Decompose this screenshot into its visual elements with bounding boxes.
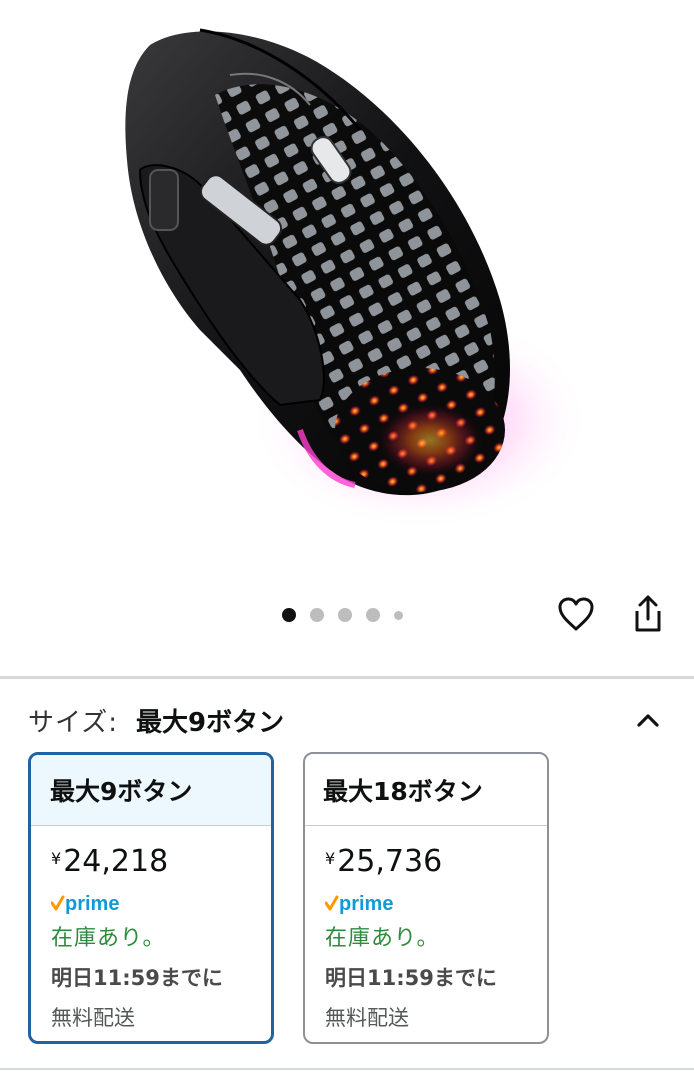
option-name: 最大18ボタン xyxy=(305,754,547,826)
heart-icon[interactable] xyxy=(554,592,598,636)
carousel-dot-5[interactable] xyxy=(394,610,403,620)
prime-label: prime xyxy=(339,893,393,915)
size-selector-header[interactable]: サイズ: 最大9ボタン xyxy=(28,700,666,740)
option-name: 最大9ボタン xyxy=(31,755,271,826)
size-option-card-9-buttons[interactable]: 最大9ボタン ¥ 24,218 prime 在庫あり。 明日11:59までに 無… xyxy=(28,752,274,1044)
prime-badge: prime xyxy=(51,890,253,918)
price-value: 25,736 xyxy=(337,844,443,879)
option-price: ¥ 25,736 xyxy=(325,844,529,884)
prime-badge: prime xyxy=(325,890,529,918)
shipping-info: 無料配送 xyxy=(51,1006,135,1030)
prime-label: prime xyxy=(65,893,119,915)
chevron-up-icon[interactable] xyxy=(630,702,666,738)
product-image[interactable] xyxy=(0,0,694,580)
size-option-card-18-buttons[interactable]: 最大18ボタン ¥ 25,736 prime 在庫あり。 明日11:59までに … xyxy=(303,752,549,1044)
currency-symbol: ¥ xyxy=(51,849,62,868)
share-icon[interactable] xyxy=(626,592,670,636)
carousel-dot-2[interactable] xyxy=(310,608,324,622)
delivery-deadline: 明日11:59までに xyxy=(325,966,497,990)
section-divider-bottom xyxy=(0,1068,694,1070)
size-selected-value: 最大9ボタン xyxy=(135,707,285,738)
delivery-deadline: 明日11:59までに xyxy=(51,966,223,990)
prime-check-icon: prime xyxy=(325,893,393,915)
carousel-dot-3[interactable] xyxy=(338,608,352,622)
size-label: サイズ: xyxy=(28,707,118,738)
carousel-dot-1[interactable] xyxy=(282,608,296,622)
stock-status: 在庫あり。 xyxy=(51,926,166,951)
currency-symbol: ¥ xyxy=(325,849,336,868)
price-value: 24,218 xyxy=(63,844,169,879)
section-divider xyxy=(0,676,694,679)
carousel-dot-4[interactable] xyxy=(366,608,380,622)
shipping-info: 無料配送 xyxy=(325,1006,409,1030)
option-price: ¥ 24,218 xyxy=(51,844,253,884)
product-detail-page: サイズ: 最大9ボタン 最大9ボタン ¥ 24,218 prime 在庫あり。 … xyxy=(0,0,694,1080)
prime-check-icon: prime xyxy=(51,893,119,915)
gaming-mouse-image xyxy=(125,28,590,530)
image-carousel-dots[interactable] xyxy=(282,608,403,622)
stock-status: 在庫あり。 xyxy=(325,926,440,951)
